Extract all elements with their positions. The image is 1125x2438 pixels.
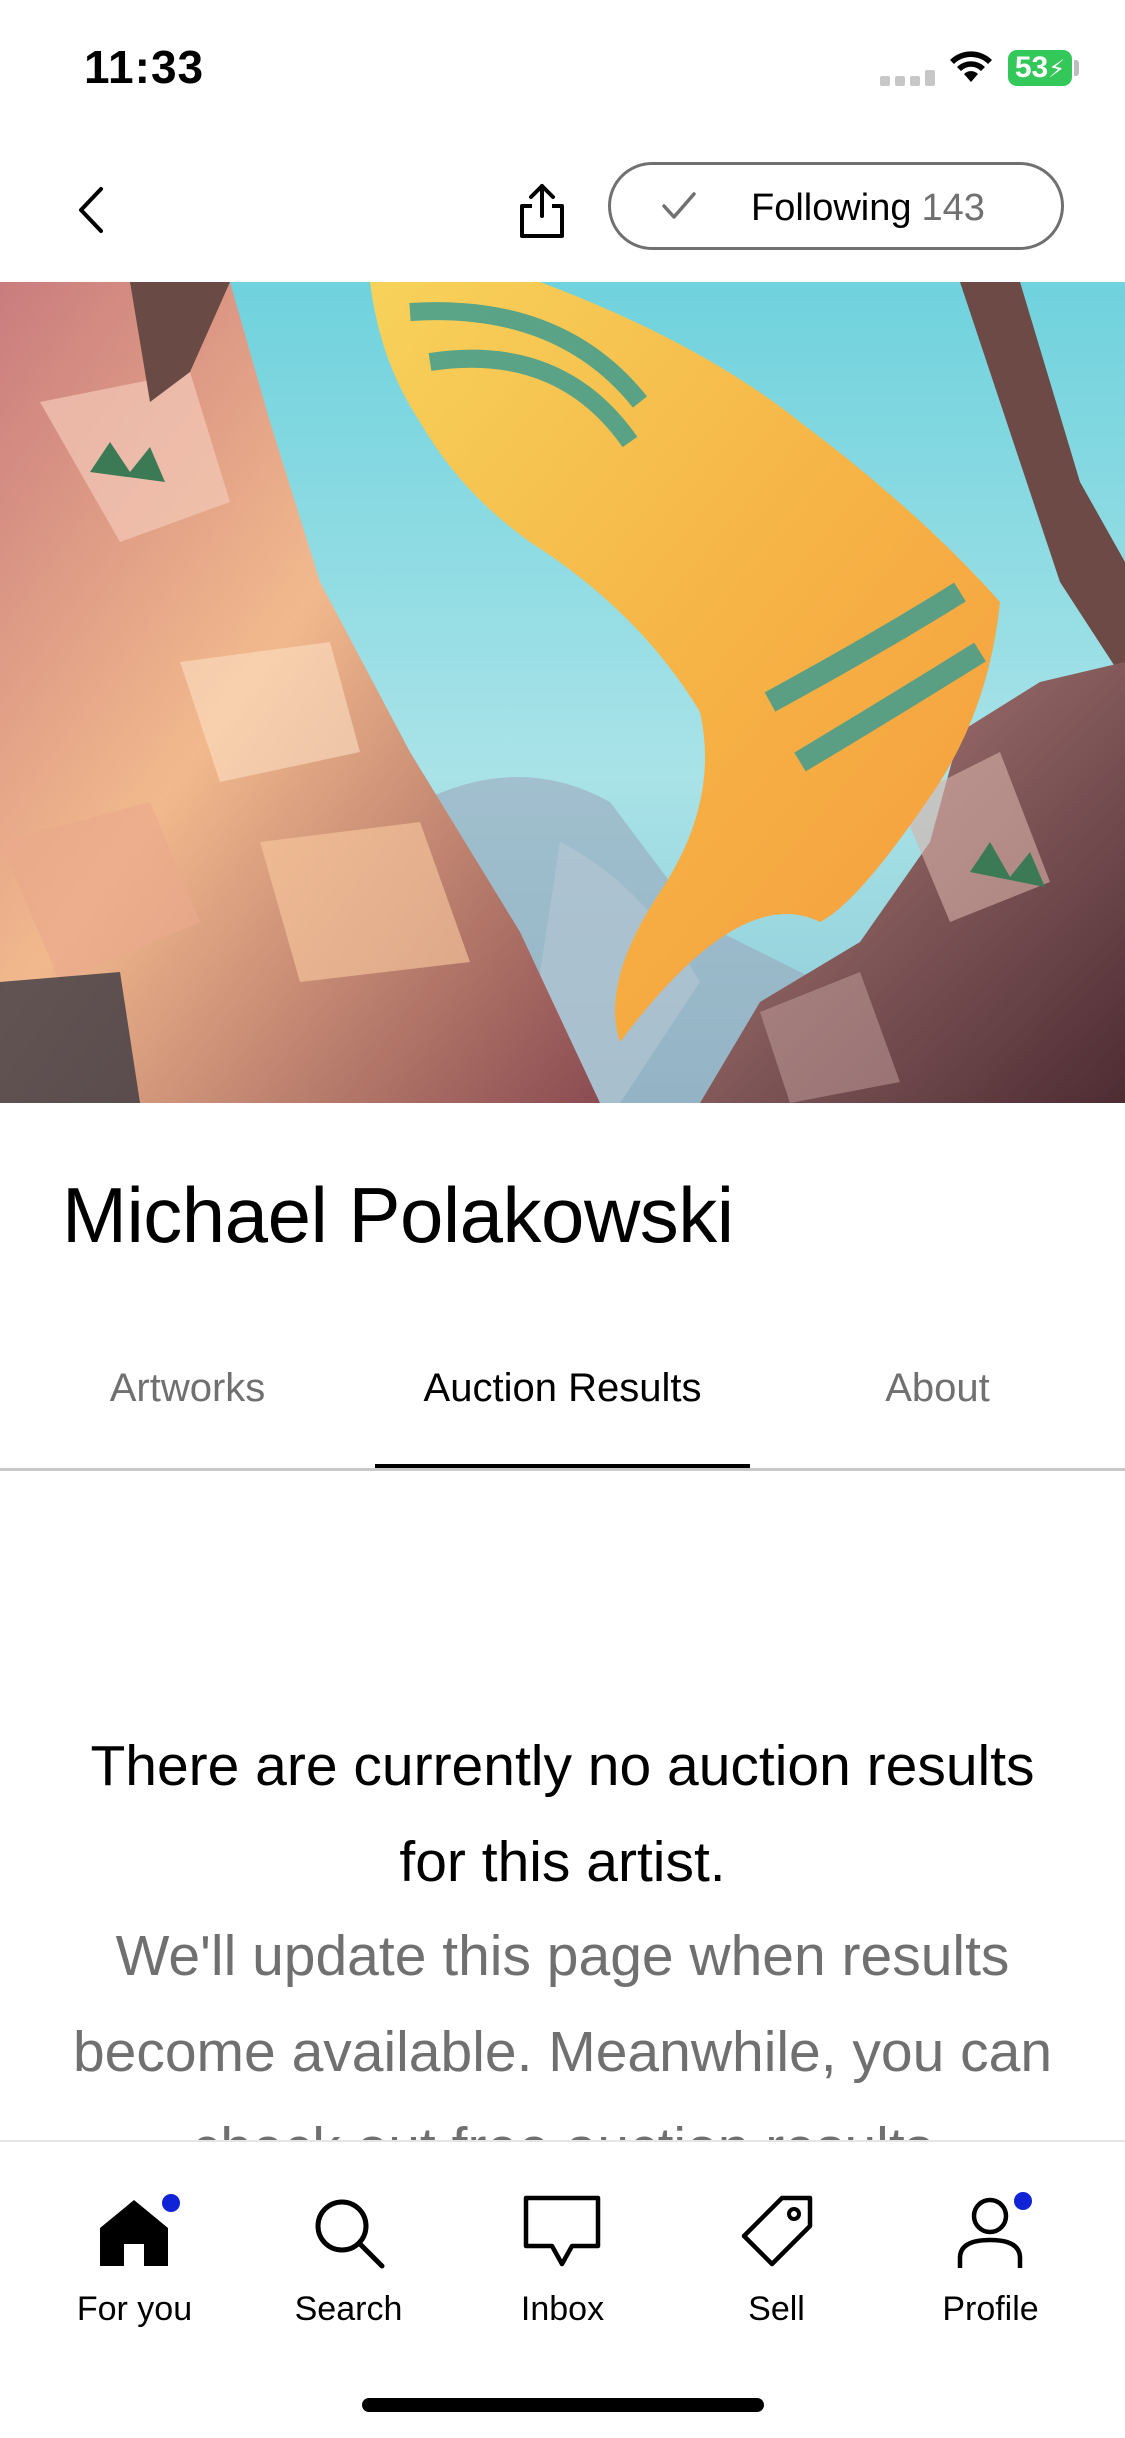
nav-label-profile: Profile xyxy=(942,2290,1039,2328)
back-button[interactable] xyxy=(60,180,120,240)
status-bar: 11:33 53⚡ xyxy=(0,0,1125,140)
tab-about[interactable]: About xyxy=(750,1366,1125,1411)
cellular-signal-icon xyxy=(880,70,935,86)
nav-sell[interactable]: Sell xyxy=(664,2142,889,2342)
nav-search[interactable]: Search xyxy=(236,2142,461,2342)
for-you-badge-dot xyxy=(162,2194,180,2212)
tab-artworks[interactable]: Artworks xyxy=(0,1366,375,1411)
empty-state-title: There are currently no auction results f… xyxy=(90,1734,1035,1894)
battery-icon: 53⚡ xyxy=(1008,50,1072,86)
search-icon xyxy=(315,2199,385,2269)
nav-inbox[interactable]: Inbox xyxy=(450,2142,675,2342)
battery-level: 53 xyxy=(1014,51,1049,84)
following-label: Following 143 xyxy=(751,187,985,230)
following-text: Following xyxy=(751,187,912,229)
inbox-icon xyxy=(523,2195,601,2267)
nav-label-search: Search xyxy=(294,2290,403,2328)
nav-label-for-you: For you xyxy=(76,2290,193,2328)
nav-label-inbox: Inbox xyxy=(520,2290,605,2328)
tab-auction-results[interactable]: Auction Results xyxy=(375,1366,750,1411)
share-button[interactable] xyxy=(510,176,574,246)
nav-for-you[interactable]: For you xyxy=(22,2142,247,2342)
artist-hero-artwork xyxy=(0,282,1125,1103)
battery-cap xyxy=(1074,60,1079,76)
bottom-tab-bar: For you Search Inbox Sell Profile xyxy=(0,2140,1125,2438)
nav-label-sell: Sell xyxy=(748,2290,805,2328)
profile-badge-dot xyxy=(1014,2192,1032,2210)
nav-profile[interactable]: Profile xyxy=(878,2142,1103,2342)
artist-header-bar: Following 143 xyxy=(0,140,1125,282)
share-icon xyxy=(520,184,564,238)
follower-count: 143 xyxy=(921,187,985,229)
wifi-icon xyxy=(950,51,992,82)
status-time: 11:33 xyxy=(84,41,205,93)
artist-name: Michael Polakowski xyxy=(62,1171,734,1259)
artist-tabs: Artworks Auction Results About xyxy=(0,1320,1125,1471)
active-tab-indicator xyxy=(375,1464,750,1468)
hero-artwork-image xyxy=(0,282,1125,1103)
home-indicator xyxy=(362,2398,764,2412)
following-button[interactable]: Following 143 xyxy=(608,162,1064,250)
tag-icon xyxy=(741,2195,813,2267)
chevron-left-icon xyxy=(79,187,103,233)
check-icon xyxy=(662,192,696,219)
